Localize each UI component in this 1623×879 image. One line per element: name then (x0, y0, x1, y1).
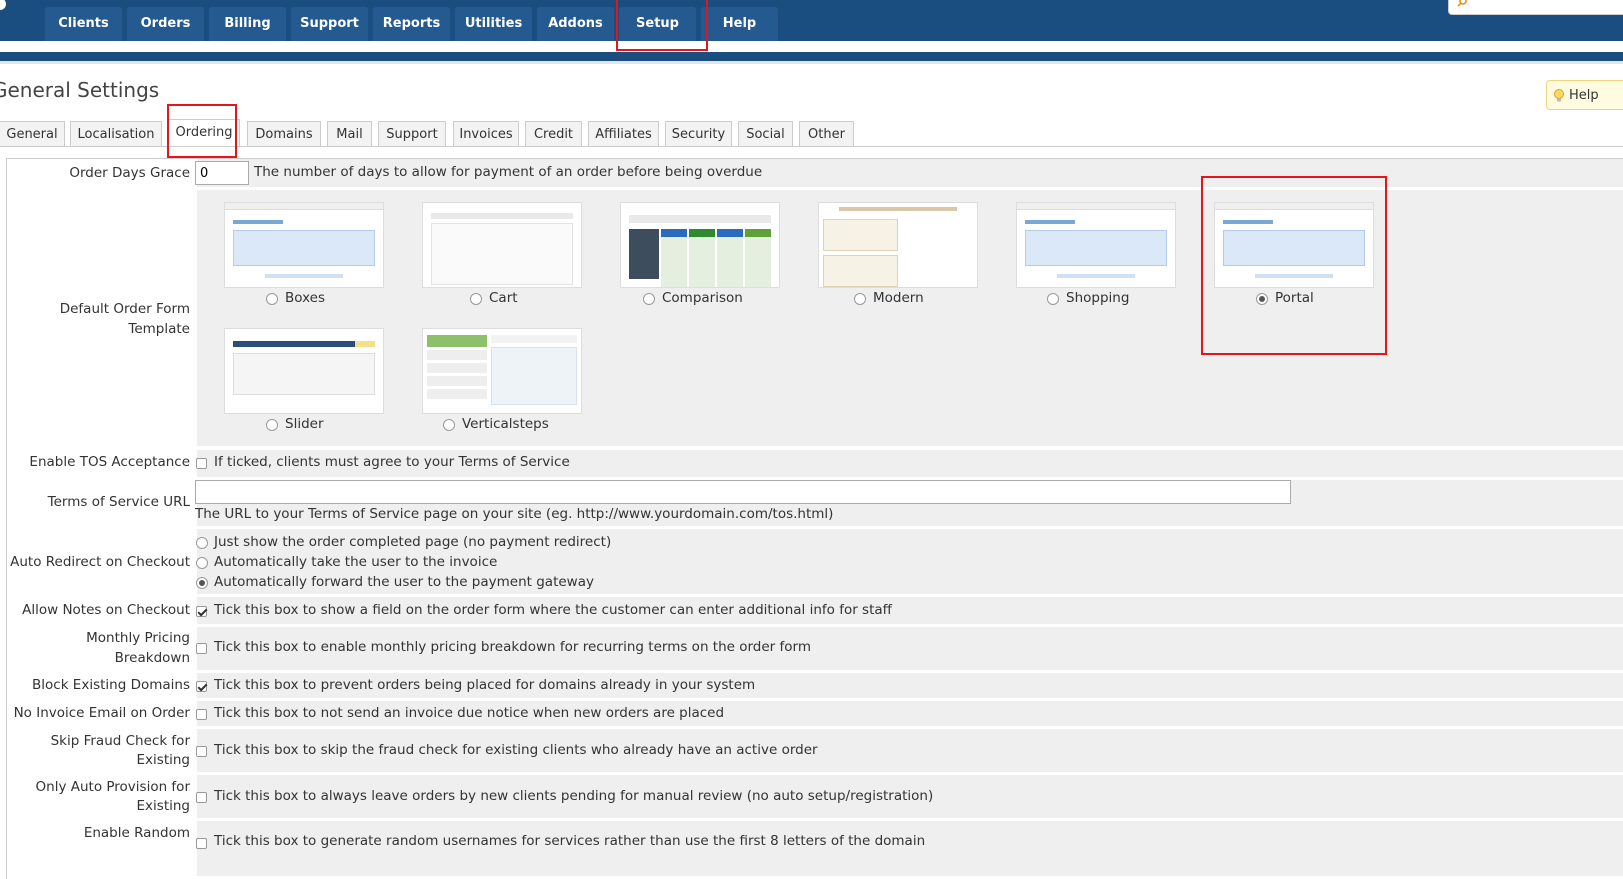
label-boxes: Boxes (285, 290, 326, 306)
radio-cart[interactable] (470, 293, 482, 305)
label-modern: Modern (873, 290, 924, 306)
label-random-usernames: Enable Random (83, 825, 190, 841)
label-skip-fraud-2: Existing (136, 752, 190, 768)
order-days-grace-input[interactable] (195, 161, 249, 185)
redirect-option-none: Just show the order completed page (no p… (214, 534, 612, 550)
label-skip-fraud: Skip Fraud Check for (50, 733, 190, 749)
allow-notes-desc: Tick this box to show a field on the ord… (214, 602, 892, 618)
label-block-domains: Block Existing Domains (32, 677, 190, 693)
thumb-shopping[interactable] (1016, 202, 1176, 288)
skip-fraud-checkbox[interactable] (196, 746, 207, 757)
label-auto-redirect: Auto Redirect on Checkout (10, 554, 190, 570)
no-invoice-email-desc: Tick this box to not send an invoice due… (214, 705, 725, 721)
no-invoice-email-checkbox[interactable] (196, 709, 207, 720)
label-slider: Slider (285, 416, 324, 432)
label-comparison: Comparison (662, 290, 743, 306)
page-title: General Settings (0, 78, 160, 102)
highlight-setup-tab (616, 0, 708, 51)
label-monthly-pricing: Monthly Pricing (86, 630, 190, 646)
help-button-label: Help (1569, 88, 1599, 103)
monthly-pricing-checkbox[interactable] (196, 643, 207, 654)
radio-redirect-gateway[interactable] (196, 577, 208, 589)
tos-acceptance-desc: If ticked, clients must agree to your Te… (214, 454, 570, 470)
label-verticalsteps: Verticalsteps (462, 416, 549, 432)
tos-url-input[interactable] (195, 480, 1291, 504)
navbar-divider (0, 61, 1623, 64)
nav-tab-addons[interactable]: Addons (537, 7, 615, 41)
highlight-ordering-tab (167, 104, 237, 158)
logo (0, 0, 6, 10)
thumb-cart[interactable] (422, 202, 582, 288)
auto-provision-desc: Tick this box to always leave orders by … (214, 788, 934, 804)
label-no-invoice-email: No Invoice Email on Order (13, 705, 190, 721)
tab-general[interactable]: General (0, 121, 65, 146)
radio-verticalsteps[interactable] (443, 419, 455, 431)
label-monthly-pricing-2: Breakdown (114, 650, 190, 666)
block-domains-checkbox[interactable] (196, 681, 207, 692)
label-allow-notes: Allow Notes on Checkout (22, 602, 190, 618)
top-navbar: Clients Orders Billing Support Reports U… (0, 0, 1623, 41)
tab-mail[interactable]: Mail (327, 121, 372, 146)
label-tos-url: Terms of Service URL (47, 494, 190, 510)
lightbulb-icon (1554, 89, 1564, 102)
auto-provision-checkbox[interactable] (196, 792, 207, 803)
tab-other[interactable]: Other (799, 121, 854, 146)
nav-tab-help[interactable]: Help (701, 7, 779, 41)
label-order-days-grace: Order Days Grace (69, 165, 190, 181)
thumb-modern[interactable] (818, 202, 978, 288)
help-button[interactable]: Help (1546, 80, 1623, 110)
tab-localisation[interactable]: Localisation (70, 121, 162, 146)
label-order-form-template: Default Order Form Template (59, 301, 190, 337)
nav-tab-clients[interactable]: Clients (45, 7, 123, 41)
nav-tab-billing[interactable]: Billing (209, 7, 287, 41)
allow-notes-checkbox[interactable] (196, 606, 207, 617)
radio-boxes[interactable] (266, 293, 278, 305)
radio-redirect-invoice[interactable] (196, 557, 208, 569)
random-usernames-desc: Tick this box to generate random usernam… (214, 833, 926, 849)
label-tos-acceptance: Enable TOS Acceptance (29, 454, 190, 470)
navbar-stripe (0, 41, 1623, 52)
thumb-slider[interactable] (224, 328, 384, 414)
label-cart: Cart (489, 290, 518, 306)
thumb-comparison[interactable] (620, 202, 780, 288)
radio-slider[interactable] (266, 419, 278, 431)
tab-social[interactable]: Social (738, 121, 793, 146)
nav-tab-reports[interactable]: Reports (373, 7, 451, 41)
label-shopping: Shopping (1066, 290, 1130, 306)
nav-tab-orders[interactable]: Orders (127, 7, 205, 41)
search-input[interactable] (1448, 0, 1623, 15)
nav-tab-support[interactable]: Support (291, 7, 369, 41)
tos-acceptance-checkbox[interactable] (196, 458, 207, 469)
tos-url-desc: The URL to your Terms of Service page on… (195, 506, 834, 522)
navbar-underline (0, 52, 1623, 61)
search-icon (1457, 0, 1467, 7)
random-usernames-checkbox[interactable] (196, 838, 207, 849)
tab-security[interactable]: Security (665, 121, 732, 146)
tab-invoices[interactable]: Invoices (453, 121, 519, 146)
tab-credit[interactable]: Credit (525, 121, 582, 146)
thumb-verticalsteps[interactable] (422, 328, 582, 414)
radio-shopping[interactable] (1047, 293, 1059, 305)
tabs-baseline (0, 146, 1623, 147)
highlight-portal-template (1201, 176, 1387, 355)
block-domains-desc: Tick this box to prevent orders being pl… (214, 677, 756, 693)
monthly-pricing-desc: Tick this box to enable monthly pricing … (214, 639, 811, 655)
redirect-option-invoice: Automatically take the user to the invoi… (214, 554, 498, 570)
tab-domains[interactable]: Domains (247, 121, 321, 146)
radio-modern[interactable] (854, 293, 866, 305)
radio-redirect-none[interactable] (196, 537, 208, 549)
radio-comparison[interactable] (643, 293, 655, 305)
tab-affiliates[interactable]: Affiliates (588, 121, 659, 146)
tab-support[interactable]: Support (378, 121, 446, 146)
thumb-boxes[interactable] (224, 202, 384, 288)
skip-fraud-desc: Tick this box to skip the fraud check fo… (214, 742, 818, 758)
redirect-option-gateway: Automatically forward the user to the pa… (214, 574, 594, 590)
label-auto-provision-2: Existing (136, 798, 190, 814)
order-days-grace-desc: The number of days to allow for payment … (254, 164, 763, 180)
label-auto-provision: Only Auto Provision for (35, 779, 190, 795)
nav-tab-utilities[interactable]: Utilities (455, 7, 533, 41)
